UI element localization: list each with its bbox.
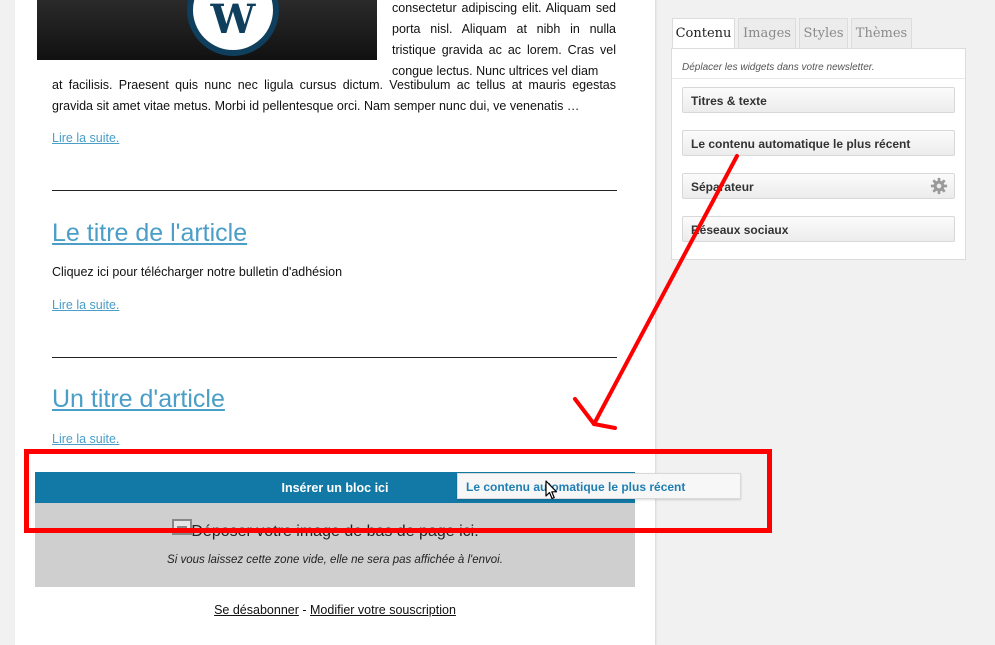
- subscription-links: Se désabonner - Modifier votre souscript…: [35, 603, 635, 617]
- widget-label: Réseaux sociaux: [691, 223, 789, 237]
- read-more-link-1[interactable]: Lire la suite.: [52, 131, 119, 145]
- divider-2: [52, 357, 617, 358]
- panel-hint: Déplacer les widgets dans votre newslett…: [682, 62, 875, 73]
- article-image: [37, 0, 377, 60]
- tab-themes[interactable]: Thèmes: [851, 18, 912, 48]
- widget-label: Titres & texte: [691, 94, 767, 108]
- read-more-link-2[interactable]: Lire la suite.: [52, 298, 119, 312]
- widget-separator[interactable]: Séparateur: [682, 173, 955, 199]
- article-title-3[interactable]: Un titre d'article: [52, 385, 225, 414]
- footer-image-note: Si vous laissez cette zone vide, elle ne…: [167, 554, 503, 566]
- widget-label: Le contenu automatique le plus récent: [691, 137, 911, 151]
- highlight-box: [24, 449, 772, 533]
- unsubscribe-link[interactable]: Se désabonner: [214, 603, 299, 617]
- widget-titles-text[interactable]: Titres & texte: [682, 87, 955, 113]
- article-body-2: Cliquez ici pour télécharger notre bulle…: [52, 265, 343, 279]
- widget-social-networks[interactable]: Réseaux sociaux: [682, 216, 955, 242]
- tab-images[interactable]: Images: [738, 18, 796, 48]
- read-more-link-3[interactable]: Lire la suite.: [52, 432, 119, 446]
- tab-styles[interactable]: Styles: [799, 18, 848, 48]
- widget-automatic-latest-content[interactable]: Le contenu automatique le plus récent: [682, 130, 955, 156]
- modify-subscription-link[interactable]: Modifier votre souscription: [310, 603, 456, 617]
- widget-label: Séparateur: [691, 180, 754, 194]
- link-separator: -: [298, 603, 310, 617]
- panel-divider: [672, 78, 965, 79]
- article-excerpt-side: consectetur adipiscing elit. Aliquam sed…: [392, 1, 616, 78]
- tab-contenu[interactable]: Contenu: [672, 18, 735, 49]
- divider-1: [52, 190, 617, 191]
- wordpress-logo-icon: [187, 0, 279, 56]
- gear-icon[interactable]: [930, 177, 948, 195]
- article-excerpt: at facilisis. Praesent quis nunc nec lig…: [52, 78, 616, 113]
- widget-panel: Déplacer les widgets dans votre newslett…: [671, 48, 966, 260]
- article-title-2[interactable]: Le titre de l'article: [52, 219, 247, 248]
